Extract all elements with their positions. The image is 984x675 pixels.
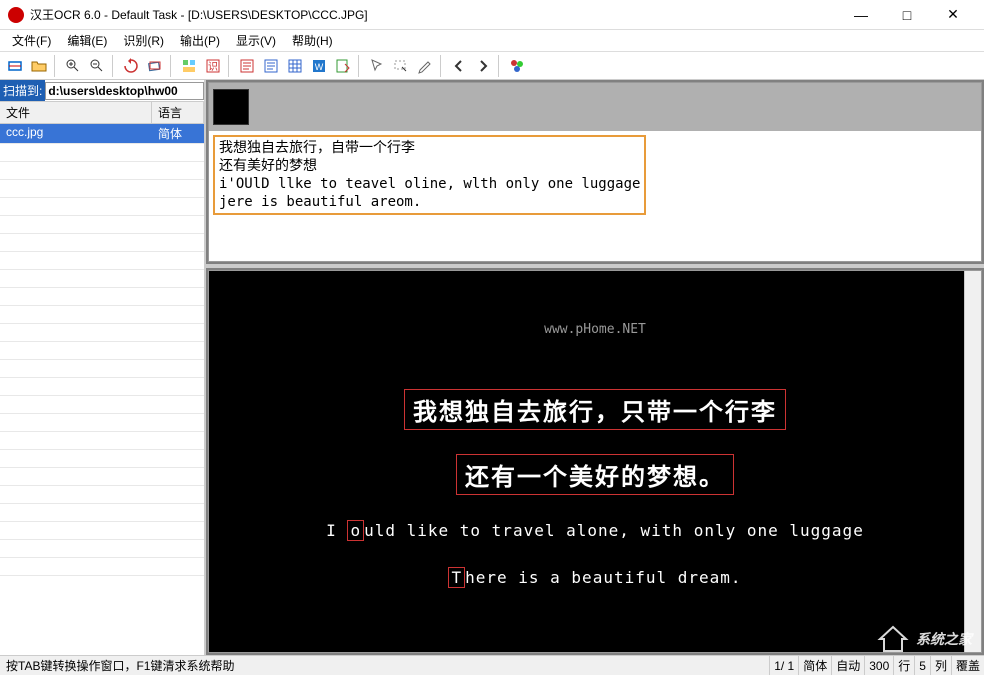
toolbar: 识 W (0, 52, 984, 80)
rotate-button[interactable] (120, 55, 142, 77)
status-overwrite: 覆盖 (951, 656, 984, 675)
menu-file[interactable]: 文件(F) (4, 30, 59, 51)
export-word-button[interactable]: W (308, 55, 330, 77)
menu-display[interactable]: 显示(V) (228, 30, 284, 51)
image-text-line: 我想独自去旅行，只带一个行李 (404, 389, 786, 430)
statusbar: 按TAB键转换操作窗口，F1键清求系统帮助 1/ 1 简体 自动 300 行 5… (0, 655, 984, 675)
status-lang: 简体 (798, 656, 831, 675)
col-file-header[interactable]: 文件 (0, 102, 152, 123)
status-auto: 自动 (831, 656, 864, 675)
file-list[interactable]: ccc.jpg 简体 (0, 124, 204, 655)
file-list-header: 文件 语言 (0, 102, 204, 124)
close-button[interactable]: ✕ (930, 0, 976, 30)
ocr-text-block[interactable]: 我想独自去旅行，自带一个行李 还有美好的梦想 i'OUlD llke to te… (213, 135, 646, 215)
status-help-text: 按TAB键转换操作窗口，F1键清求系统帮助 (0, 657, 769, 674)
horizontal-splitter[interactable] (206, 264, 984, 268)
char-box: T (448, 567, 465, 588)
content-area: ✕ ● ✕ 我想独自去旅行，自带一个行李 还有美好的梦想 i'OUlD llke… (206, 80, 984, 655)
separator (112, 55, 116, 77)
open-button[interactable] (28, 55, 50, 77)
edit-button[interactable] (414, 55, 436, 77)
settings-button[interactable] (506, 55, 528, 77)
maximize-button[interactable]: □ (884, 0, 930, 30)
view-table-button[interactable] (284, 55, 306, 77)
page-thumbnail[interactable] (213, 89, 249, 125)
file-lang-cell: 简体 (152, 124, 188, 143)
export-button[interactable] (332, 55, 354, 77)
menu-output[interactable]: 输出(P) (172, 30, 228, 51)
house-icon (876, 625, 910, 653)
layout-button[interactable] (178, 55, 200, 77)
ocr-line: i'OUlD llke to teavel oline, wlth only o… (219, 175, 640, 193)
watermark-text: www.pHome.NET (209, 322, 981, 337)
status-page: 1/ 1 (769, 656, 798, 675)
image-text-line: 还有一个美好的梦想。 (456, 454, 734, 495)
image-text-line-en: I ould like to travel alone, with only o… (318, 519, 872, 542)
select-region-button[interactable] (390, 55, 412, 77)
status-col-label: 列 (930, 656, 951, 675)
ocr-line: 还有美好的梦想 (219, 157, 640, 175)
scan-path-row: 扫描到: d:\users\desktop\hw00 (0, 80, 204, 102)
watermark-logo: 系统之家 (876, 625, 972, 653)
app-icon (8, 7, 24, 23)
image-view: www.pHome.NET 我想独自去旅行，只带一个行李 还有一个美好的梦想。 … (209, 322, 981, 601)
menu-edit[interactable]: 编辑(E) (59, 30, 115, 51)
zoom-out-button[interactable] (86, 55, 108, 77)
status-col-num: 5 (914, 656, 930, 675)
image-pane[interactable]: www.pHome.NET 我想独自去旅行，只带一个行李 还有一个美好的梦想。 … (208, 270, 982, 653)
window-controls: — □ ✕ (838, 0, 976, 30)
separator (440, 55, 444, 77)
sidebar: 扫描到: d:\users\desktop\hw00 文件 语言 ccc.jpg… (0, 80, 206, 655)
ocr-text-area[interactable]: 我想独自去旅行，自带一个行李 还有美好的梦想 i'OUlD llke to te… (209, 131, 981, 261)
separator (228, 55, 232, 77)
pointer-button[interactable] (366, 55, 388, 77)
titlebar: 汉王OCR 6.0 - Default Task - [D:\USERS\DES… (0, 0, 984, 30)
deskew-button[interactable] (144, 55, 166, 77)
minimize-button[interactable]: — (838, 0, 884, 30)
ocr-line: 我想独自去旅行，自带一个行李 (219, 139, 640, 157)
thumbnail-strip (209, 83, 981, 131)
scan-path-input[interactable]: d:\users\desktop\hw00 (45, 82, 204, 100)
empty-rows (0, 143, 204, 583)
separator (358, 55, 362, 77)
menu-recognize[interactable]: 识别(R) (115, 30, 172, 51)
svg-text:识: 识 (208, 61, 218, 73)
menu-help[interactable]: 帮助(H) (284, 30, 341, 51)
view-image-button[interactable] (260, 55, 282, 77)
vertical-scrollbar[interactable] (964, 271, 981, 652)
recognize-button[interactable]: 识 (202, 55, 224, 77)
svg-text:W: W (315, 62, 324, 72)
prev-button[interactable] (448, 55, 470, 77)
watermark-logo-text: 系统之家 (916, 629, 972, 649)
scan-label: 扫描到: (0, 80, 45, 101)
separator (498, 55, 502, 77)
file-name-cell: ccc.jpg (0, 124, 152, 143)
zoom-in-button[interactable] (62, 55, 84, 77)
image-text-line-en: There is a beautiful dream. (440, 566, 749, 589)
scan-button[interactable] (4, 55, 26, 77)
col-lang-header[interactable]: 语言 (152, 102, 204, 123)
ocr-line: jere is beautiful areom. (219, 193, 640, 211)
next-button[interactable] (472, 55, 494, 77)
status-dpi: 300 (864, 656, 893, 675)
view-text-button[interactable] (236, 55, 258, 77)
separator (54, 55, 58, 77)
window-title: 汉王OCR 6.0 - Default Task - [D:\USERS\DES… (30, 6, 838, 23)
text-pane: 我想独自去旅行，自带一个行李 还有美好的梦想 i'OUlD llke to te… (208, 82, 982, 262)
status-row-label: 行 (893, 656, 914, 675)
menubar: 文件(F) 编辑(E) 识别(R) 输出(P) 显示(V) 帮助(H) (0, 30, 984, 52)
main-area: 扫描到: d:\users\desktop\hw00 文件 语言 ccc.jpg… (0, 80, 984, 655)
char-box: o (347, 520, 364, 541)
separator (170, 55, 174, 77)
file-row[interactable]: ccc.jpg 简体 (0, 124, 204, 143)
